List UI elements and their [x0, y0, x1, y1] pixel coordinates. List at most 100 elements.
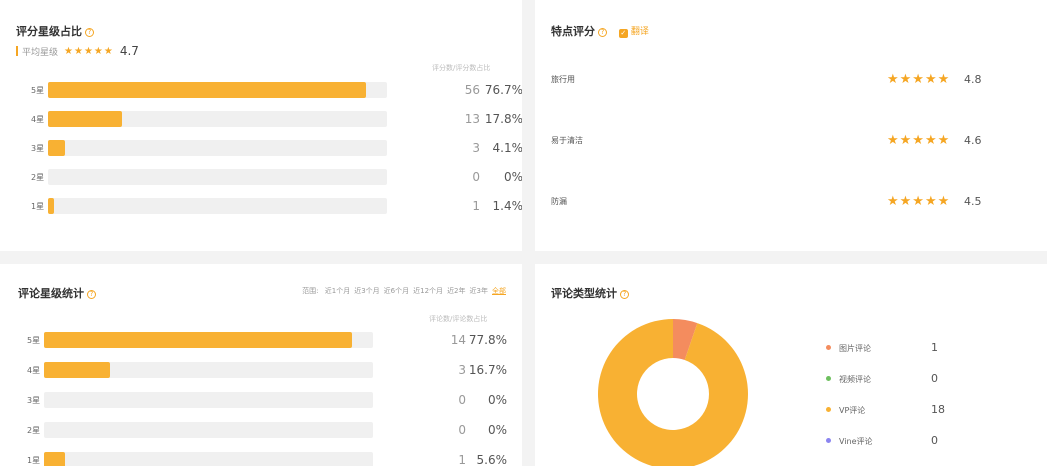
star-level-label: 1星	[31, 202, 45, 211]
percent-value: 76.7%	[484, 83, 522, 97]
star-level-label: 4星	[27, 366, 41, 375]
average-rating-value: 4.7	[119, 44, 139, 58]
feature-row: 防漏 ★★★★★ 4.5	[551, 194, 1021, 210]
legend-value: 0	[931, 434, 938, 447]
accent-mark	[16, 46, 18, 56]
star-level-label: 4星	[31, 115, 45, 124]
feature-score: 4.5	[964, 195, 982, 208]
feature-score: 4.8	[964, 73, 982, 86]
legend-dot-icon	[826, 376, 831, 381]
range-option[interactable]: 近1个月	[325, 287, 350, 295]
rating-share-title: 评分星级占比?	[16, 23, 94, 39]
bar-row: 4星 13 17.8%	[31, 111, 522, 127]
bar-fill	[44, 332, 352, 348]
range-option[interactable]: 近3个月	[354, 287, 379, 295]
legend-item[interactable]: VP评论 18	[826, 403, 956, 417]
bar-track	[48, 111, 387, 127]
range-option[interactable]: 近2年	[447, 287, 465, 295]
legend-name: Vine评论	[839, 437, 873, 446]
column-header: 评分数/评分数占比	[432, 64, 491, 72]
review-types-donut	[598, 319, 748, 466]
rating-share-card: 评分星级占比? 平均星级 ★★★★★ 4.7 评分数/评分数占比 5星 56 76.…	[0, 0, 522, 251]
bar-track	[48, 140, 387, 156]
range-option[interactable]: 近6个月	[384, 287, 409, 295]
help-icon[interactable]: ?	[85, 28, 94, 37]
legend-value: 18	[931, 403, 945, 416]
bar-row: 2星 0 0%	[27, 422, 507, 438]
feature-name: 防漏	[551, 197, 567, 206]
range-option[interactable]: 近12个月	[413, 287, 443, 295]
star-icon: ★★★★★	[887, 72, 951, 87]
bar-track	[48, 82, 387, 98]
legend-item[interactable]: Vine评论 0	[826, 434, 956, 448]
legend-value: 1	[931, 341, 938, 354]
bar-row: 2星 0 0%	[31, 169, 522, 185]
bar-fill	[48, 82, 366, 98]
star-icon: ★★★★★	[64, 45, 114, 57]
star-level-label: 2星	[31, 173, 45, 182]
bar-track	[48, 198, 387, 214]
legend-value: 0	[931, 372, 938, 385]
average-rating-label: 平均星级	[22, 47, 59, 58]
star-level-label: 5星	[31, 86, 45, 95]
legend-dot-icon	[826, 407, 831, 412]
star-level-label: 3星	[31, 144, 45, 153]
feature-row: 旅行用 ★★★★★ 4.8	[551, 72, 1021, 88]
range-option[interactable]: 近3年	[470, 287, 488, 295]
count-value: 56	[464, 83, 480, 97]
bar-fill	[48, 111, 122, 127]
legend-name: VP评论	[839, 406, 866, 415]
bar-fill	[44, 452, 65, 466]
percent-value: 0%	[503, 170, 522, 184]
feature-score: 4.6	[964, 134, 982, 147]
bar-track	[48, 169, 387, 185]
review-stats-title: 评论星级统计?	[18, 285, 96, 301]
percent-value: 0%	[487, 423, 507, 437]
translate-label: 翻译	[630, 27, 649, 37]
bar-track	[44, 452, 373, 466]
translate-checkbox[interactable]: ✓ 翻译	[618, 24, 649, 38]
review-types-card: 评论类型统计? 图片评论 1 视频评论 0 VP评论 18 Vine评论 0	[535, 264, 1047, 466]
percent-value: 77.8%	[468, 333, 507, 347]
bar-track	[44, 362, 373, 378]
review-stats-card: 评论星级统计? 范围: 近1个月 近3个月 近6个月 近12个月 近2年 近3年 全部 评论…	[0, 264, 522, 466]
help-icon[interactable]: ?	[87, 290, 96, 299]
percent-value: 5.6%	[476, 453, 508, 466]
bar-row: 1星 1 5.6%	[27, 452, 507, 466]
bar-row: 4星 3 16.7%	[27, 362, 507, 378]
legend-dot-icon	[826, 345, 831, 350]
range-option[interactable]: 全部	[492, 287, 506, 295]
count-value: 1	[472, 199, 480, 213]
star-level-label: 1星	[27, 456, 41, 465]
legend-name: 图片评论	[839, 344, 871, 353]
percent-value: 1.4%	[492, 199, 523, 213]
bar-track	[44, 422, 373, 438]
star-level-label: 5星	[27, 336, 41, 345]
bar-row: 5星 14 77.8%	[27, 332, 507, 348]
count-value: 0	[472, 170, 480, 184]
feature-name: 易于清洁	[551, 136, 583, 145]
bar-track	[44, 392, 373, 408]
count-value: 13	[464, 112, 480, 126]
legend-item[interactable]: 图片评论 1	[826, 341, 956, 355]
average-rating: 平均星级 ★★★★★ 4.7	[16, 44, 139, 58]
column-header: 评论数/评论数占比	[429, 315, 488, 323]
legend-item[interactable]: 视频评论 0	[826, 372, 956, 386]
feature-name: 旅行用	[551, 75, 575, 84]
donut-slice[interactable]	[598, 319, 748, 466]
star-level-label: 3星	[27, 396, 41, 405]
bar-row: 5星 56 76.7%	[31, 82, 522, 98]
star-level-label: 2星	[27, 426, 41, 435]
help-icon[interactable]: ?	[598, 28, 607, 37]
bar-row: 3星 3 4.1%	[31, 140, 522, 156]
bar-row: 3星 0 0%	[27, 392, 507, 408]
percent-value: 16.7%	[468, 363, 507, 377]
percent-value: 17.8%	[484, 112, 522, 126]
count-value: 3	[472, 141, 480, 155]
star-icon: ★★★★★	[887, 194, 951, 209]
star-icon: ★★★★★	[887, 133, 951, 148]
checkmark-icon: ✓	[618, 29, 628, 38]
legend-dot-icon	[826, 438, 831, 443]
percent-value: 0%	[487, 393, 507, 407]
feature-rating-title: 特点评分? ✓ 翻译	[551, 24, 649, 38]
